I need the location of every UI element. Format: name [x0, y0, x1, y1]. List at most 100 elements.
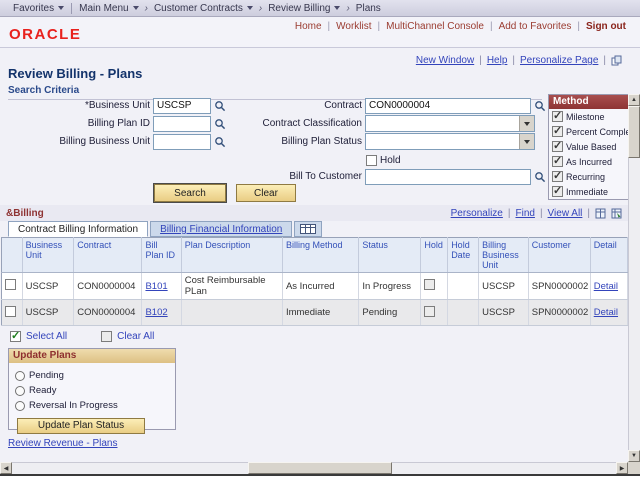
bill-to-customer-label: Bill To Customer [228, 171, 362, 182]
cell-contract: CON0000004 [74, 273, 142, 300]
row-2-select-checkbox[interactable] [5, 306, 16, 317]
update-plans-groupbox: Update Plans Pending Ready Reversal In P… [8, 348, 176, 430]
column-header-detail[interactable]: Detail [590, 238, 627, 273]
breadcrumb-divider [71, 3, 72, 14]
billing-business-unit-input[interactable] [153, 134, 211, 150]
column-header-customer[interactable]: Customer [528, 238, 590, 273]
billing-plan-id-lookup-icon[interactable] [214, 118, 226, 130]
contract-input[interactable]: CON0000004 [365, 98, 531, 114]
column-header-business-unit[interactable]: Business Unit [22, 238, 74, 273]
billing-plan-status-label: Billing Plan Status [228, 136, 362, 147]
toolbar-separator [479, 55, 482, 66]
tab-contract-billing-information[interactable]: Contract Billing Information [8, 221, 148, 237]
zoom-grid-icon[interactable] [595, 208, 606, 219]
breadcrumb-favorites-label: Favorites [13, 3, 54, 14]
scroll-right-icon[interactable]: ▶ [616, 462, 628, 474]
find-link[interactable]: Find [515, 208, 534, 219]
scroll-up-icon[interactable]: ▲ [628, 94, 640, 106]
copy-url-icon[interactable] [611, 55, 622, 66]
nav-home[interactable]: Home [295, 21, 322, 32]
bill-to-customer-lookup-icon[interactable] [534, 171, 546, 183]
select-all-link[interactable]: Select All [26, 331, 67, 342]
recurring-checkbox[interactable] [552, 171, 563, 182]
value-based-checkbox[interactable] [552, 141, 563, 152]
as-incurred-label: As Incurred [566, 157, 612, 167]
row-1-select-checkbox[interactable] [5, 279, 16, 290]
search-button[interactable]: Search [154, 184, 226, 202]
personalize-page-link[interactable]: Personalize Page [520, 55, 598, 66]
breadcrumb-review-billing[interactable]: Review Billing [263, 3, 345, 14]
milestone-checkbox[interactable] [552, 111, 563, 122]
toolbar-separator [587, 208, 590, 219]
breadcrumb-customer-contracts[interactable]: Customer Contracts [149, 3, 258, 14]
new-window-link[interactable]: New Window [416, 55, 474, 66]
bill-plan-b102-link[interactable]: B102 [145, 307, 167, 318]
nav-separator [490, 21, 493, 32]
business-unit-value: USCSP [157, 100, 191, 111]
chevron-down-icon [58, 6, 64, 10]
tab-billing-financial-information[interactable]: Billing Financial Information [150, 221, 292, 237]
contract-classification-select[interactable] [365, 115, 535, 132]
immediate-checkbox[interactable] [552, 186, 563, 197]
field-business-unit: *Business Unit USCSP [8, 97, 226, 114]
percent-complete-checkbox[interactable] [552, 126, 563, 137]
column-header-billing-business-unit[interactable]: Billing Business Unit [479, 238, 529, 273]
row-1-hold-checkbox [424, 279, 435, 290]
column-header-hold[interactable]: Hold [421, 238, 448, 273]
personalize-link[interactable]: Personalize [451, 208, 503, 219]
column-header-bill-plan-id[interactable]: Bill Plan ID [142, 238, 181, 273]
row-2-detail-link[interactable]: Detail [594, 307, 618, 318]
review-revenue-plans-link[interactable]: Review Revenue - Plans [8, 438, 118, 449]
business-unit-input[interactable]: USCSP [153, 98, 211, 114]
reversal-in-progress-radio[interactable] [15, 401, 25, 411]
contract-lookup-icon[interactable] [534, 100, 546, 112]
download-grid-icon[interactable] [611, 208, 622, 219]
business-unit-lookup-icon[interactable] [214, 100, 226, 112]
clear-button[interactable]: Clear [236, 184, 296, 202]
contract-value: CON0000004 [369, 100, 430, 111]
column-header-contract[interactable]: Contract [74, 238, 142, 273]
nav-multichannel-console[interactable]: MultiChannel Console [386, 21, 484, 32]
toolbar-separator [512, 55, 515, 66]
application-window: Favorites Main Menu Customer Contracts R… [0, 0, 640, 480]
show-all-columns-tab[interactable] [294, 221, 322, 237]
column-header-billing-method[interactable]: Billing Method [282, 238, 358, 273]
row-1-detail-link[interactable]: Detail [594, 281, 618, 292]
chevron-down-icon [334, 6, 340, 10]
cell-business-unit: USCSP [22, 273, 74, 300]
update-plan-status-button[interactable]: Update Plan Status [17, 418, 145, 434]
view-all-link[interactable]: View All [548, 208, 583, 219]
value-based-label: Value Based [566, 142, 616, 152]
horizontal-scrollbar-thumb[interactable] [248, 462, 392, 474]
scroll-down-icon[interactable]: ▼ [628, 450, 640, 462]
clear-all-link[interactable]: Clear All [117, 331, 154, 342]
nav-sign-out[interactable]: Sign out [586, 21, 626, 32]
breadcrumb-favorites[interactable]: Favorites [8, 3, 69, 14]
column-header-plan-description[interactable]: Plan Description [181, 238, 282, 273]
bill-plan-b101-link[interactable]: B101 [145, 281, 167, 292]
breadcrumb-plans[interactable]: Plans [351, 3, 386, 14]
vertical-scrollbar-thumb[interactable] [628, 106, 640, 158]
header-bar: ORACLE Home Worklist MultiChannel Consol… [0, 17, 640, 48]
pending-radio[interactable] [15, 371, 25, 381]
bill-to-customer-input[interactable] [365, 169, 531, 185]
select-all-icon[interactable] [10, 331, 21, 342]
cell-billing-method: As Incurred [282, 273, 358, 300]
billing-plan-id-input[interactable] [153, 116, 211, 132]
help-link[interactable]: Help [487, 55, 508, 66]
hold-filter-checkbox[interactable] [366, 155, 377, 166]
ready-radio[interactable] [15, 386, 25, 396]
as-incurred-checkbox[interactable] [552, 156, 563, 167]
nav-add-to-favorites[interactable]: Add to Favorites [499, 21, 572, 32]
billing-business-unit-lookup-icon[interactable] [214, 136, 226, 148]
breadcrumb-main-menu[interactable]: Main Menu [74, 3, 143, 14]
nav-worklist[interactable]: Worklist [336, 21, 371, 32]
toolbar-separator [540, 208, 543, 219]
table-header-row: Business Unit Contract Bill Plan ID Plan… [2, 238, 628, 273]
billing-plan-status-select[interactable] [365, 133, 535, 150]
chevron-down-icon [519, 116, 534, 131]
column-header-hold-date[interactable]: Hold Date [448, 238, 479, 273]
scroll-left-icon[interactable]: ◀ [0, 462, 12, 474]
clear-all-icon[interactable] [101, 331, 112, 342]
column-header-status[interactable]: Status [359, 238, 421, 273]
